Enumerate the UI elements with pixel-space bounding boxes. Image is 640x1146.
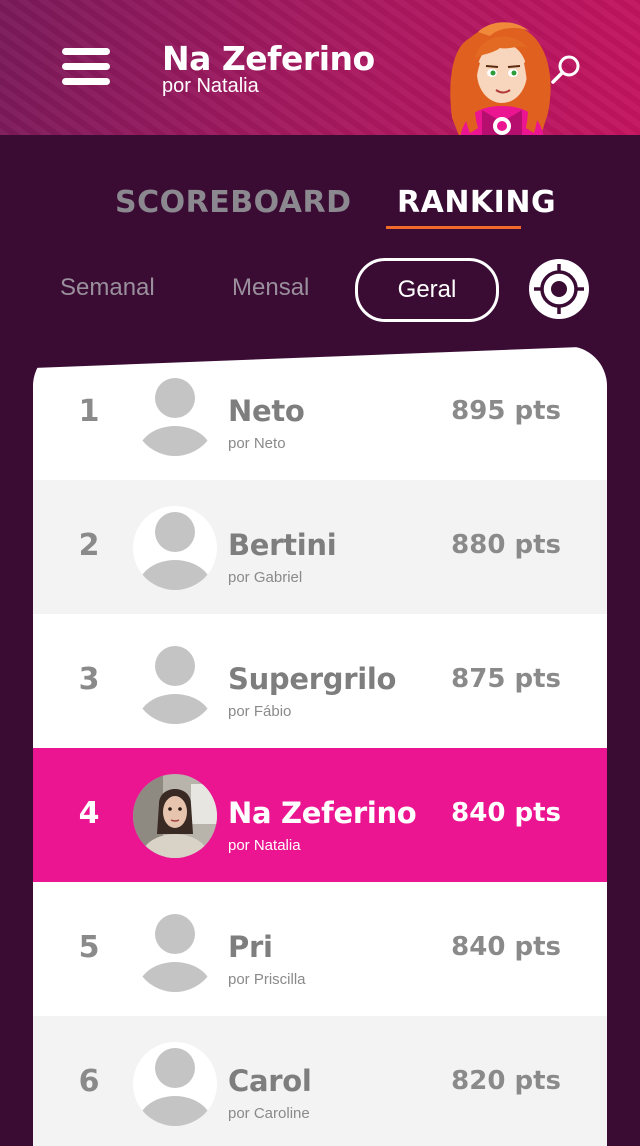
player-points: 880 pts [451,530,561,560]
player-owner: por Caroline [228,1105,310,1122]
player-owner: por Priscilla [228,971,306,988]
target-icon[interactable] [528,258,590,320]
ranking-row[interactable]: 3 Supergrilo por Fábio 875 pts [33,614,607,748]
player-points: 840 pts [451,798,561,828]
player-name: Supergrilo [228,662,397,696]
rank-number: 2 [78,528,100,563]
active-tab-indicator [386,226,521,229]
search-icon[interactable] [548,52,584,88]
player-points: 895 pts [451,396,561,426]
ranking-row[interactable]: 6 Carol por Caroline 820 pts [33,1016,607,1146]
rank-number: 5 [78,930,100,965]
avatar-placeholder-icon [133,506,217,590]
rank-number: 6 [78,1064,100,1099]
avatar-placeholder-icon [137,646,213,724]
player-name: Carol [228,1064,312,1098]
avatar-placeholder-icon [133,1042,217,1126]
avatar-placeholder-icon [137,914,213,992]
player-points: 875 pts [451,664,561,694]
header-subtitle: por Natalia [162,75,259,97]
player-points: 820 pts [451,1066,561,1096]
player-name: Neto [228,394,305,428]
tab-ranking[interactable]: RANKING [397,185,556,220]
header-title: Na Zeferino [162,39,375,78]
superheroine-mascot-icon [450,22,551,135]
player-owner: por Neto [228,435,286,452]
player-name: Bertini [228,528,337,562]
ranking-list: 1 Neto por Neto 895 pts 2 Bertini por Ga… [33,346,607,1146]
app-header: Na Zeferino por Natalia [0,0,640,135]
hamburger-menu-icon[interactable] [62,48,110,88]
player-name: Na Zeferino [228,796,417,830]
filter-geral[interactable]: Geral [355,258,499,322]
view-tabs: SCOREBOARD RANKING [0,185,640,235]
rank-number: 3 [78,662,100,697]
player-points: 840 pts [451,932,561,962]
ranking-row[interactable]: 5 Pri por Priscilla 840 pts [33,882,607,1016]
brand: Na Zeferino por Natalia [162,39,375,97]
rank-number: 1 [78,394,100,429]
avatar-placeholder-icon [137,378,213,456]
rank-number: 4 [78,796,100,831]
ranking-row[interactable]: 2 Bertini por Gabriel 880 pts [33,480,607,614]
user-photo-avatar [133,774,217,858]
filter-semanal[interactable]: Semanal [60,274,155,302]
ranking-row[interactable]: 1 Neto por Neto 895 pts [33,346,607,480]
filter-mensal[interactable]: Mensal [232,274,309,302]
tab-scoreboard[interactable]: SCOREBOARD [115,185,352,220]
player-owner: por Gabriel [228,569,303,586]
ranking-row-current-user[interactable]: 4 Na Zeferino por Natalia 840 pts [33,748,607,882]
player-owner: por Natalia [228,837,301,854]
player-owner: por Fábio [228,703,292,720]
player-name: Pri [228,930,273,964]
